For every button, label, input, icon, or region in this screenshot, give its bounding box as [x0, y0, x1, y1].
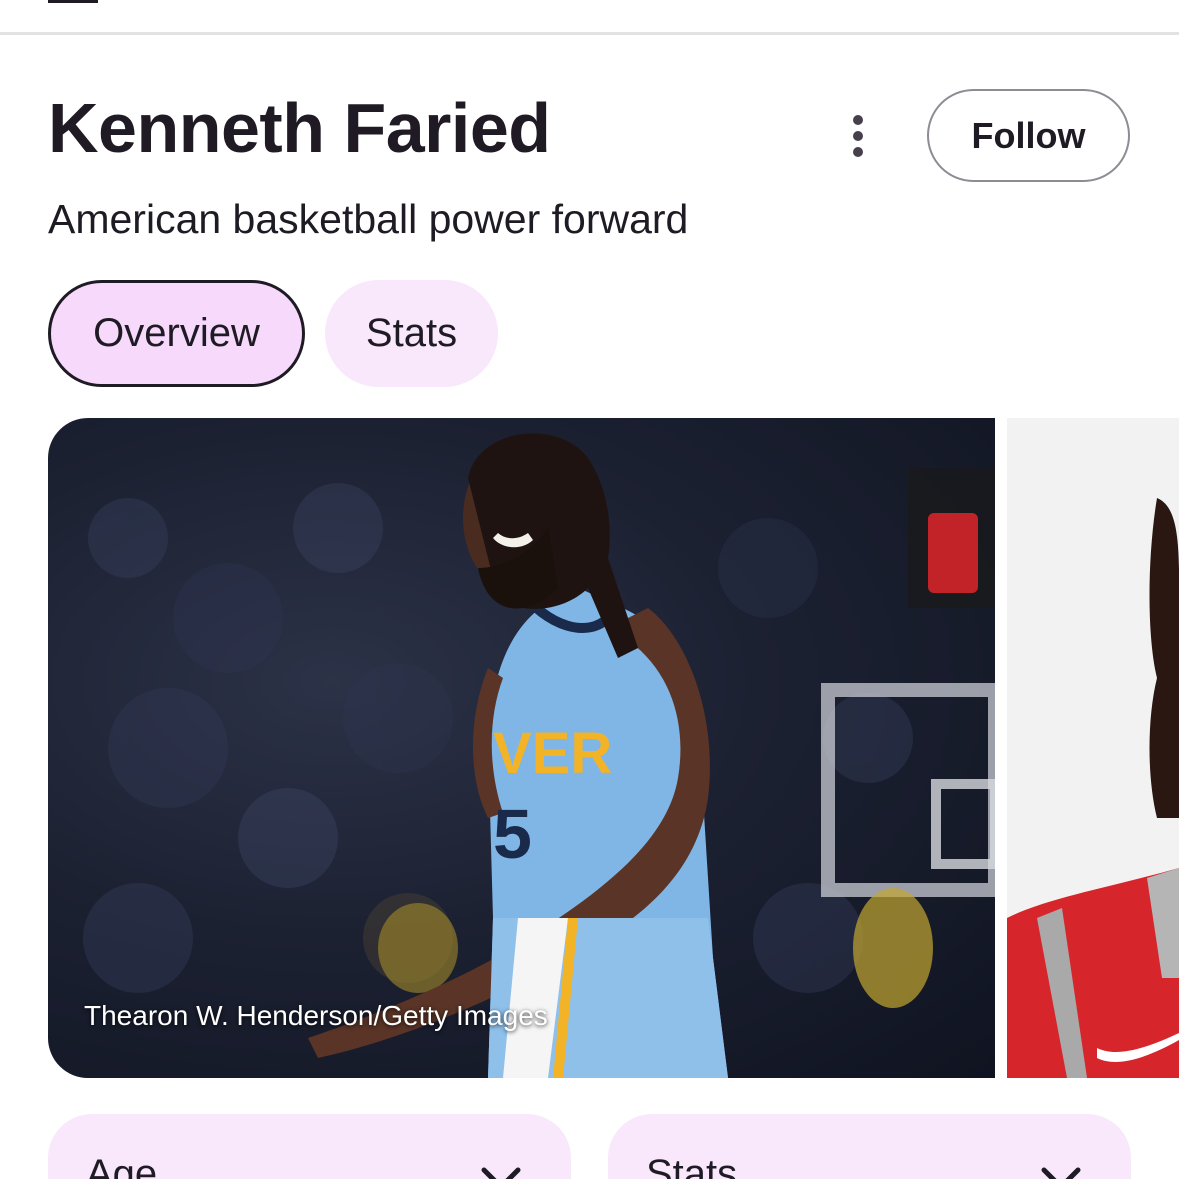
entity-subtitle: American basketball power forward	[48, 196, 689, 242]
more-options-button[interactable]	[834, 108, 882, 164]
image-credit: Thearon W. Henderson/Getty Images	[84, 1000, 548, 1031]
age-card[interactable]: Age	[48, 1114, 571, 1179]
entity-title: Kenneth Faried	[48, 89, 551, 167]
image-carousel[interactable]: VER 5 Thearon W. Henderson/Getty Images	[0, 418, 1179, 1078]
player-photo-illustration: VER 5	[83, 433, 995, 1078]
more-vert-icon	[853, 115, 863, 125]
stats-card[interactable]: Stats	[608, 1114, 1131, 1179]
jersey-text: VER	[493, 721, 612, 786]
more-vert-icon-dot	[853, 147, 863, 157]
chevron-down-icon	[1041, 1167, 1081, 1179]
top-tab-indicator	[48, 0, 98, 3]
jersey-number: 5	[493, 795, 532, 873]
knowledge-panel: Kenneth Faried Follow American basketbal…	[0, 0, 1179, 1179]
tab-stats[interactable]: Stats	[325, 280, 498, 387]
player-photo[interactable]: VER 5 Thearon W. Henderson/Getty Images	[48, 418, 995, 1078]
player-photo-2[interactable]	[1007, 418, 1179, 1078]
chevron-down-icon	[481, 1167, 521, 1179]
player-photo-2-illustration	[1007, 498, 1179, 1078]
top-divider	[0, 32, 1179, 35]
stats-card-label: Stats	[646, 1152, 738, 1179]
follow-button[interactable]: Follow	[927, 89, 1130, 182]
more-vert-icon-dot	[853, 131, 863, 141]
tab-overview[interactable]: Overview	[48, 280, 305, 387]
age-card-label: Age	[86, 1152, 158, 1179]
